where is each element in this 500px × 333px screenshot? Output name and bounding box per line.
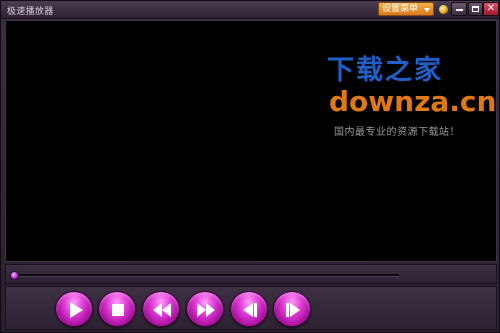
progress-track[interactable] (14, 274, 399, 277)
window-title: 极速播放器 (7, 7, 54, 17)
chevron-down-icon (424, 8, 430, 12)
video-area[interactable]: 下载之家 downza.cn 国内最专业的资源下载站！ (5, 20, 497, 262)
play-button[interactable] (55, 291, 93, 327)
control-bar (5, 286, 497, 330)
player-window: 极速播放器 设置菜单 ✕ 下载之家 downza.cn 国内最专业的资源下载站！ (0, 0, 500, 333)
previous-frame-icon (243, 303, 257, 317)
minimize-button[interactable] (451, 2, 467, 16)
settings-menu-label: 设置菜单 (382, 4, 419, 14)
title-bar[interactable]: 极速播放器 设置菜单 ✕ (1, 1, 499, 19)
progress-knob[interactable] (10, 271, 19, 280)
watermark-brand-cn: 下载之家 (327, 55, 443, 86)
close-button[interactable]: ✕ (483, 2, 499, 16)
previous-frame-button[interactable] (230, 291, 268, 327)
rewind-icon (153, 303, 171, 317)
settings-menu-button[interactable]: 设置菜单 (378, 2, 434, 16)
fast-forward-icon (197, 303, 215, 317)
rewind-button[interactable] (142, 291, 180, 327)
skin-icon[interactable] (439, 5, 448, 14)
progress-area (5, 264, 497, 284)
watermark-brand-en: downza.cn (329, 85, 497, 118)
stop-icon (112, 304, 124, 316)
minimize-icon (456, 9, 463, 11)
next-frame-icon (286, 303, 300, 317)
maximize-button[interactable] (468, 2, 483, 16)
next-frame-button[interactable] (273, 291, 311, 327)
stop-button[interactable] (98, 291, 136, 327)
close-icon: ✕ (486, 3, 496, 14)
maximize-icon (472, 6, 479, 12)
watermark: 下载之家 downza.cn 国内最专业的资源下载站！ (321, 55, 500, 139)
play-icon (70, 302, 83, 318)
fast-forward-button[interactable] (186, 291, 224, 327)
watermark-slogan: 国内最专业的资源下载站！ (334, 127, 460, 138)
